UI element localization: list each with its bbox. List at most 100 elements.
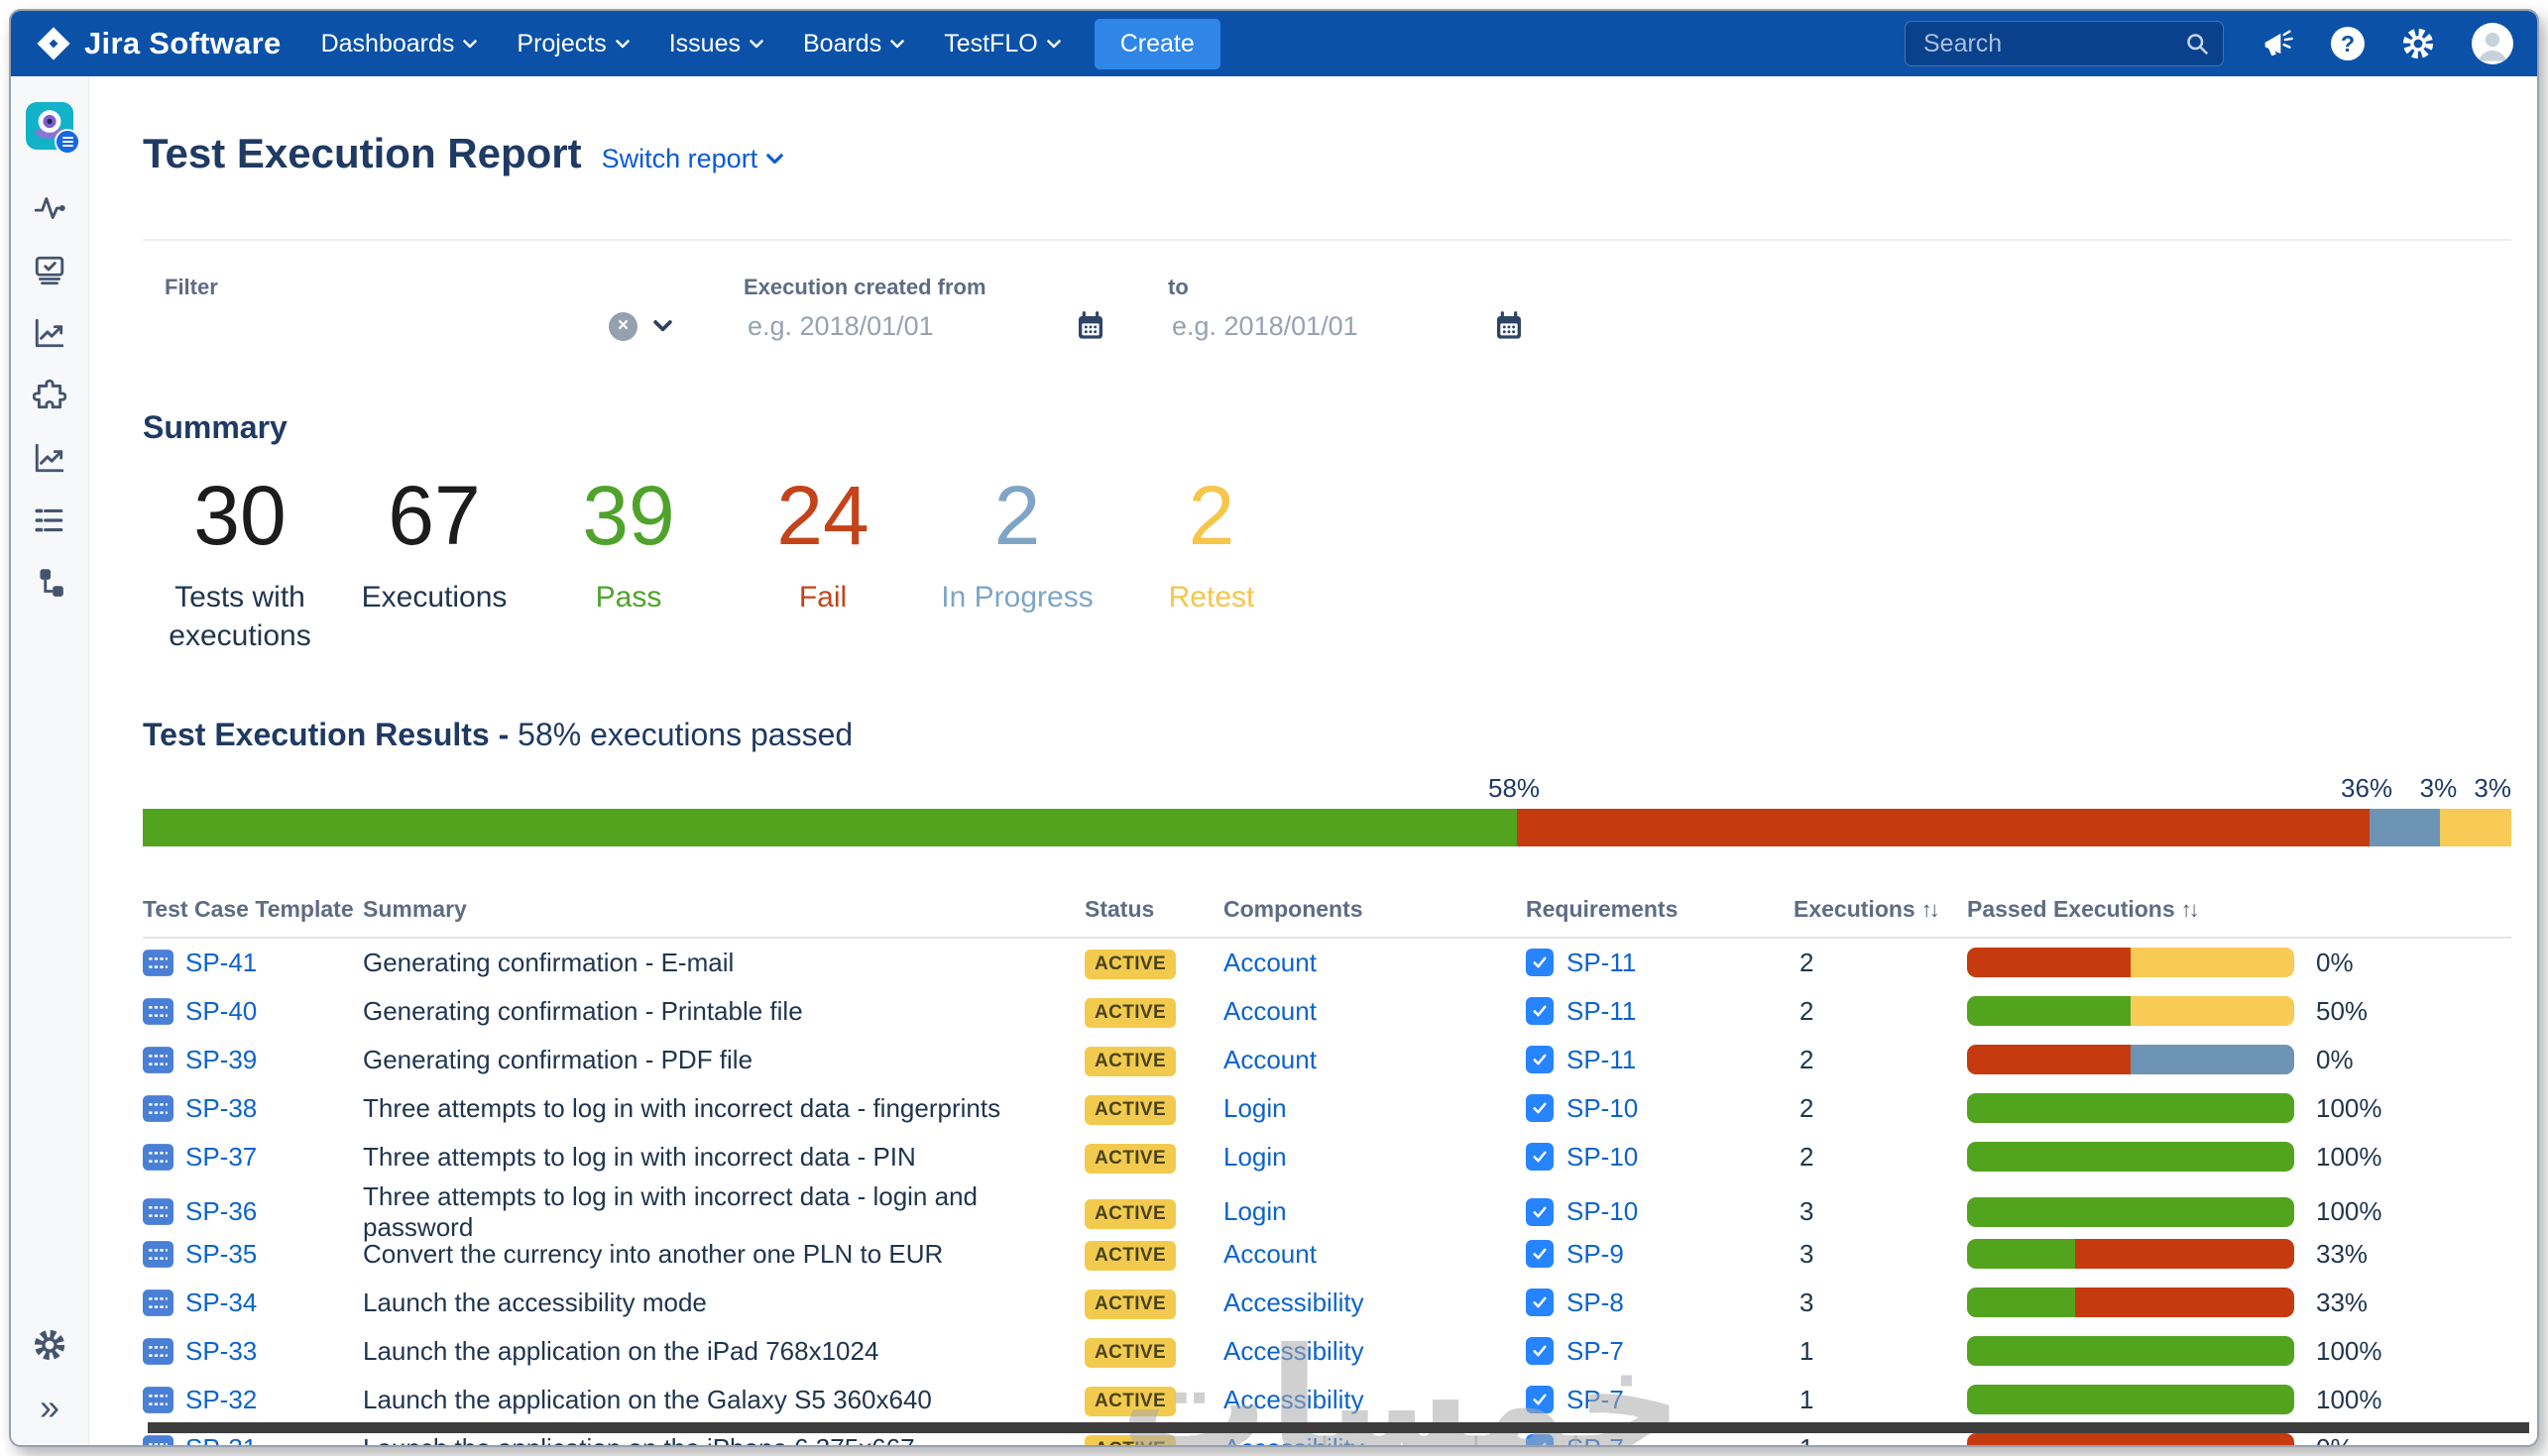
component-link[interactable]: Account bbox=[1223, 1045, 1317, 1074]
clear-filter-icon[interactable]: × bbox=[609, 311, 637, 341]
switch-report-link[interactable]: Switch report bbox=[602, 144, 784, 174]
requirement-link[interactable]: SP-10 bbox=[1566, 1142, 1638, 1173]
requirement-checkbox-icon[interactable] bbox=[1526, 1240, 1554, 1269]
requirement-link[interactable]: SP-10 bbox=[1566, 1093, 1638, 1124]
component-link[interactable]: Login bbox=[1223, 1196, 1287, 1226]
report-chart-icon[interactable] bbox=[32, 315, 67, 351]
settings-gear-icon[interactable] bbox=[2400, 26, 2436, 61]
executions-count: 1 bbox=[1799, 1384, 1814, 1414]
bar-segment-red bbox=[2074, 1239, 2294, 1270]
requirement-link[interactable]: SP-10 bbox=[1566, 1196, 1638, 1227]
passed-header-label: Passed Executions bbox=[1967, 895, 2175, 922]
test-execution-table: Test Case Template Summary Status Compon… bbox=[143, 890, 2511, 1445]
numbered-list-icon[interactable] bbox=[32, 503, 67, 538]
passed-executions-bar bbox=[1967, 1142, 2294, 1173]
sort-icon[interactable]: ↑↓ bbox=[1921, 897, 1940, 922]
expand-sidebar-icon[interactable]: » bbox=[32, 1390, 67, 1425]
requirement-checkbox-icon[interactable] bbox=[1526, 1434, 1554, 1445]
component-link[interactable]: Account bbox=[1223, 1239, 1317, 1269]
create-button[interactable]: Create bbox=[1094, 18, 1220, 69]
table-row: SP-34 Launch the accessibility mode ACTI… bbox=[143, 1279, 2511, 1327]
test-case-key-link[interactable]: SP-32 bbox=[185, 1385, 257, 1415]
calendar-icon[interactable] bbox=[1075, 310, 1106, 342]
component-link[interactable]: Account bbox=[1223, 996, 1317, 1026]
requirement-link[interactable]: SP-7 bbox=[1566, 1385, 1624, 1415]
col-header-executions[interactable]: Executions ↑↓ bbox=[1794, 896, 1967, 923]
nav-menu-projects[interactable]: Projects bbox=[517, 29, 630, 58]
project-settings-gear-icon[interactable] bbox=[32, 1327, 67, 1363]
requirement-link[interactable]: SP-11 bbox=[1566, 996, 1636, 1027]
help-icon[interactable]: ? bbox=[2331, 27, 2365, 60]
test-case-key-link[interactable]: SP-31 bbox=[185, 1433, 257, 1445]
results-heading-bold: Test Execution Results - bbox=[143, 716, 510, 752]
search-box[interactable] bbox=[1905, 21, 2224, 66]
component-link[interactable]: Accessibility bbox=[1223, 1385, 1364, 1414]
bar-segment-green bbox=[1967, 1196, 2294, 1227]
test-case-key-link[interactable]: SP-37 bbox=[185, 1142, 257, 1173]
stat-label: Retest bbox=[1168, 580, 1255, 614]
component-link[interactable]: Account bbox=[1223, 948, 1317, 977]
announcement-megaphone-icon[interactable] bbox=[2259, 26, 2295, 61]
requirement-link[interactable]: SP-9 bbox=[1566, 1239, 1624, 1270]
sort-icon[interactable]: ↑↓ bbox=[2181, 897, 2200, 922]
nav-menu-issues[interactable]: Issues bbox=[669, 30, 763, 58]
filter-select[interactable]: × bbox=[165, 300, 672, 352]
activity-icon[interactable] bbox=[32, 190, 67, 226]
progress-chart-icon[interactable] bbox=[32, 440, 67, 476]
executions-count: 1 bbox=[1794, 1433, 1967, 1445]
user-avatar[interactable] bbox=[2472, 23, 2513, 64]
nav-menu-dashboards[interactable]: Dashboards bbox=[321, 30, 478, 58]
test-case-key-link[interactable]: SP-39 bbox=[185, 1045, 257, 1075]
status-badge: ACTIVE bbox=[1085, 1387, 1177, 1417]
requirement-link[interactable]: SP-7 bbox=[1566, 1433, 1624, 1445]
nav-menu-boards[interactable]: Boards bbox=[803, 30, 904, 58]
requirement-link[interactable]: SP-8 bbox=[1566, 1288, 1624, 1318]
hierarchy-icon[interactable] bbox=[32, 565, 67, 601]
date-from-input[interactable] bbox=[744, 309, 1075, 343]
requirement-checkbox-icon[interactable] bbox=[1526, 997, 1554, 1026]
search-icon[interactable] bbox=[2184, 31, 2211, 57]
requirement-link[interactable]: SP-11 bbox=[1566, 1045, 1636, 1075]
filter-group: Filter × bbox=[143, 275, 672, 352]
test-case-key-link[interactable]: SP-36 bbox=[185, 1196, 257, 1227]
nav-menu-label: Projects bbox=[517, 29, 607, 57]
test-case-key-link[interactable]: SP-38 bbox=[185, 1093, 257, 1124]
component-link[interactable]: Accessibility bbox=[1223, 1288, 1364, 1317]
test-case-summary: Three attempts to log in with incorrect … bbox=[363, 1141, 916, 1172]
test-case-key-link[interactable]: SP-35 bbox=[185, 1239, 257, 1270]
requirement-checkbox-icon[interactable] bbox=[1526, 1046, 1554, 1074]
requirement-checkbox-icon[interactable] bbox=[1526, 1197, 1554, 1226]
date-to-input[interactable] bbox=[1168, 309, 1493, 343]
test-case-key-link[interactable]: SP-33 bbox=[185, 1336, 257, 1367]
nav-menu-testflo[interactable]: TestFLO bbox=[944, 30, 1061, 58]
puzzle-addon-icon[interactable] bbox=[32, 378, 67, 413]
testflo-report-app-avatar[interactable] bbox=[26, 102, 80, 155]
jira-logo[interactable]: Jira Software bbox=[35, 25, 282, 62]
status-badge: ACTIVE bbox=[1085, 1289, 1177, 1320]
component-link[interactable]: Login bbox=[1223, 1142, 1287, 1172]
requirement-link[interactable]: SP-11 bbox=[1566, 948, 1636, 978]
requirement-checkbox-icon[interactable] bbox=[1526, 1337, 1554, 1366]
to-label: to bbox=[1168, 275, 1189, 300]
passed-executions-bar bbox=[1967, 1385, 2294, 1415]
requirement-link[interactable]: SP-7 bbox=[1566, 1336, 1624, 1367]
browser-window: Jira Software Dashboards Projects Issues… bbox=[9, 9, 2539, 1447]
requirement-checkbox-icon[interactable] bbox=[1526, 1094, 1554, 1123]
requirement-checkbox-icon[interactable] bbox=[1526, 1288, 1554, 1317]
col-header-passed-executions[interactable]: Passed Executions ↑↓ bbox=[1967, 896, 2511, 923]
component-link[interactable]: Accessibility bbox=[1223, 1433, 1364, 1445]
requirement-checkbox-icon[interactable] bbox=[1526, 1386, 1554, 1414]
search-input[interactable] bbox=[1921, 28, 2184, 59]
component-link[interactable]: Accessibility bbox=[1223, 1336, 1364, 1366]
test-case-key-link[interactable]: SP-41 bbox=[185, 948, 257, 978]
requirement-checkbox-icon[interactable] bbox=[1526, 949, 1554, 977]
component-link[interactable]: Login bbox=[1223, 1093, 1287, 1123]
test-board-icon[interactable] bbox=[32, 253, 67, 288]
requirement-checkbox-icon[interactable] bbox=[1526, 1143, 1554, 1172]
filters-bar: Filter × Execution created from e.g. 201… bbox=[143, 275, 2511, 352]
chevron-down-icon[interactable] bbox=[653, 320, 672, 332]
test-case-key-link[interactable]: SP-34 bbox=[185, 1288, 257, 1318]
test-case-key-link[interactable]: SP-40 bbox=[185, 996, 257, 1027]
status-badge: ACTIVE bbox=[1085, 950, 1177, 980]
calendar-icon[interactable] bbox=[1493, 310, 1525, 342]
